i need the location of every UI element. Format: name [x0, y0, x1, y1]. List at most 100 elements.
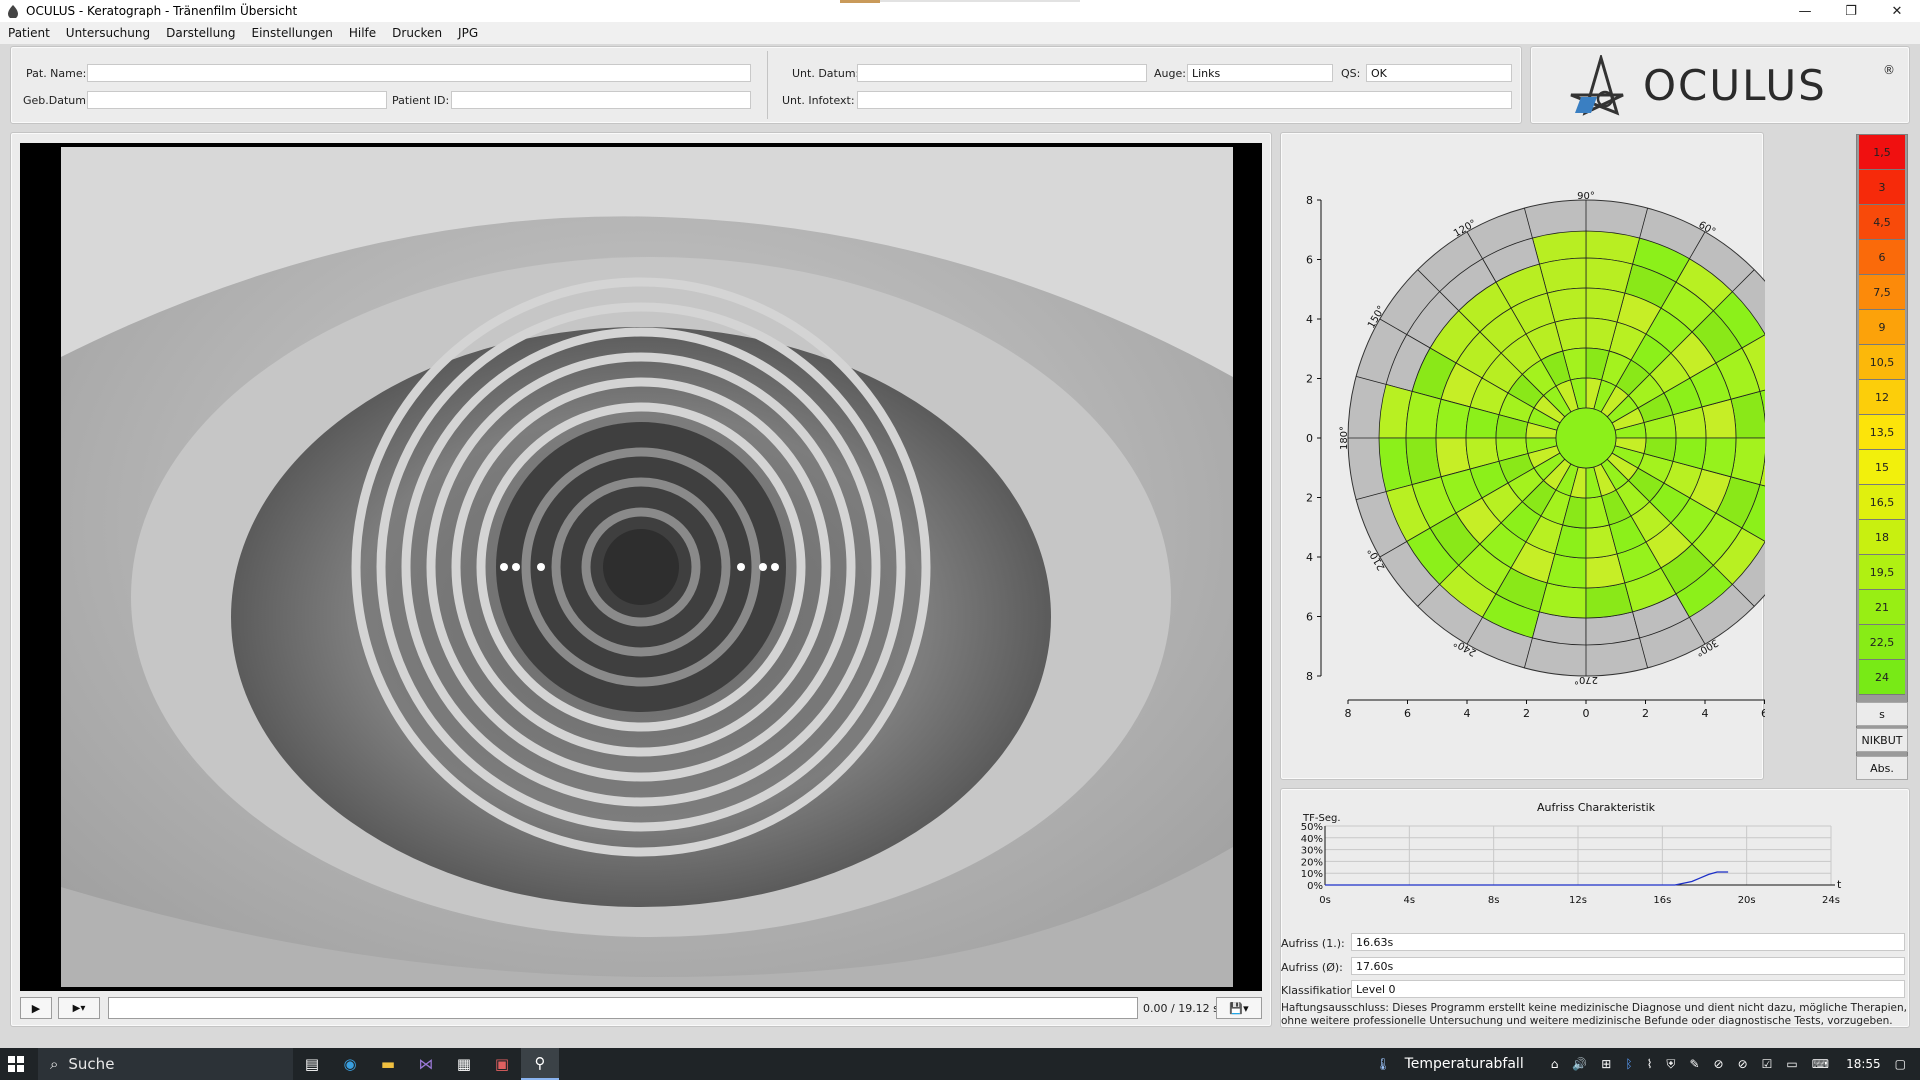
title-accent — [840, 0, 880, 3]
menu-einstellungen[interactable]: Einstellungen — [251, 26, 332, 40]
dob-field[interactable] — [87, 91, 387, 109]
eye-field[interactable]: Links — [1187, 64, 1333, 82]
taskbar-search[interactable]: ⌕ Suche — [38, 1048, 293, 1080]
y-tick-label: 8 — [1306, 670, 1313, 683]
chart-x-tick: 16s — [1653, 895, 1671, 906]
chart-y-tick: 50% — [1301, 822, 1323, 833]
chart-x-tick: 24s — [1822, 895, 1840, 906]
volume-icon[interactable]: 🔊 — [1572, 1057, 1587, 1071]
search-placeholder: Suche — [68, 1055, 115, 1073]
save-frame-dropdown[interactable]: 💾▾ — [1216, 997, 1262, 1019]
chart-y-tick: 10% — [1301, 869, 1323, 880]
pat-name-label: Pat. Name: — [26, 67, 87, 80]
visual-studio-icon[interactable]: ⋈ — [407, 1048, 445, 1080]
eye-image — [61, 147, 1233, 987]
qs-field[interactable]: OK — [1366, 64, 1512, 82]
classification-label: Klassifikation: — [1281, 984, 1358, 997]
y-tick-label: 2 — [1306, 492, 1313, 505]
clock[interactable]: 18:55 — [1846, 1057, 1881, 1071]
polar-angle-label: 270° — [1574, 674, 1598, 685]
usb-icon[interactable]: ⌂ — [1551, 1057, 1559, 1071]
pat-name-field[interactable] — [87, 64, 751, 82]
menu-darstellung[interactable]: Darstellung — [166, 26, 235, 40]
polar-map-panel: 90°60°30°0°330°300°270°240°210°180°150°1… — [1280, 132, 1833, 780]
scale-cell: 9 — [1859, 310, 1905, 345]
app-tray-icon-2[interactable]: ⊘ — [1714, 1057, 1724, 1071]
app-tray-icon-4[interactable]: ☑ — [1762, 1057, 1773, 1071]
polar-center — [1555, 407, 1617, 469]
x-tick-label: 6 — [1404, 707, 1411, 720]
scale-cell: 1,5 — [1859, 135, 1905, 170]
wifi-icon[interactable]: ⌇ — [1647, 1057, 1653, 1071]
polar-map-chart: 90°60°30°0°330°300°270°240°210°180°150°1… — [1306, 191, 1833, 720]
keratograph-task-icon[interactable]: ⚲ — [521, 1048, 559, 1080]
y-tick-label: 8 — [1306, 194, 1313, 207]
first-breakup-value: 16.63s — [1351, 933, 1905, 951]
system-tray: 🌡 Temperaturabfall ⌂ 🔊 ⊞ ᛒ ⌇ ⛨ ✎ ⊘ ⊘ ☑ ▭… — [1368, 1048, 1920, 1080]
video-seek-bar[interactable] — [108, 997, 1138, 1019]
y-tick-label: 6 — [1306, 254, 1313, 267]
security-icon[interactable]: ⛨ — [1666, 1057, 1675, 1072]
windows-start-icon[interactable] — [8, 1056, 24, 1075]
app-icon-2[interactable]: ▣ — [483, 1048, 521, 1080]
chart-series-line — [1325, 871, 1729, 886]
app-tray-icon-5[interactable]: ▭ — [1786, 1057, 1797, 1071]
video-frame — [20, 143, 1262, 991]
file-explorer-icon[interactable]: ▬ — [369, 1048, 407, 1080]
x-tick-label: 6 — [1761, 707, 1765, 720]
edge-icon[interactable]: ◉ — [331, 1048, 369, 1080]
scale-cell: 19,5 — [1859, 555, 1905, 590]
scale-cell: 12 — [1859, 380, 1905, 415]
exam-info-field[interactable] — [857, 91, 1512, 109]
x-tick-label: 2 — [1523, 707, 1530, 720]
abs-button[interactable]: Abs. — [1856, 756, 1908, 780]
oculus-logo-reg: ® — [1883, 63, 1895, 77]
keyboard-icon[interactable]: ⌨ — [1812, 1057, 1829, 1071]
y-tick-label: 2 — [1306, 373, 1313, 386]
y-tick-label: 4 — [1306, 551, 1313, 564]
menu-untersuchung[interactable]: Untersuchung — [66, 26, 150, 40]
play-button[interactable]: ▶ — [20, 997, 52, 1019]
taskbar: ⌕ Suche ▤ ◉ ▬ ⋈ ▦ ▣ ⚲ 🌡 Temperaturabfall… — [0, 1048, 1920, 1080]
weather-text[interactable]: Temperaturabfall — [1405, 1056, 1524, 1072]
unit-button[interactable]: s — [1856, 702, 1908, 726]
maximize-button[interactable]: ❐ — [1828, 0, 1874, 22]
chart-x-tick: 0s — [1319, 895, 1331, 906]
patient-id-label: Patient ID: — [392, 94, 450, 107]
menu-bar: Patient Untersuchung Darstellung Einstel… — [0, 22, 1920, 44]
playback-mode-dropdown[interactable]: ▶▾ — [58, 997, 100, 1019]
close-button[interactable]: ✕ — [1874, 0, 1920, 22]
exam-info-label: Unt. Infotext: — [782, 94, 855, 107]
app-icon-1[interactable]: ▦ — [445, 1048, 483, 1080]
scale-cell: 4,5 — [1859, 205, 1905, 240]
chart-y-tick: 40% — [1301, 834, 1323, 845]
scale-cell: 16,5 — [1859, 485, 1905, 520]
classification-value: Level 0 — [1351, 980, 1905, 998]
y-tick-label: 6 — [1306, 611, 1313, 624]
app-icon — [6, 4, 20, 18]
avg-breakup-value: 17.60s — [1351, 957, 1905, 975]
notification-icon[interactable]: ▢ — [1895, 1057, 1906, 1071]
network-icon[interactable]: ⊞ — [1601, 1057, 1611, 1071]
chart-x-tick: 20s — [1738, 895, 1756, 906]
menu-hilfe[interactable]: Hilfe — [349, 26, 376, 40]
patient-id-field[interactable] — [451, 91, 751, 109]
eye-label: Auge: — [1154, 67, 1186, 80]
task-view-icon[interactable]: ▤ — [293, 1048, 331, 1080]
chart-x-tick: 8s — [1488, 895, 1500, 906]
app-tray-icon-3[interactable]: ⊘ — [1738, 1057, 1748, 1071]
breakup-chart-panel: Aufriss Charakteristik TF-Seg. t 50% 40% 30% 2… — [1280, 788, 1910, 1028]
app-tray-icon-1[interactable]: ✎ — [1689, 1057, 1699, 1071]
menu-jpg[interactable]: JPG — [458, 26, 478, 40]
nikbut-button[interactable]: NIKBUT — [1856, 728, 1908, 752]
polar-angle-label: 90° — [1577, 191, 1595, 202]
exam-date-field[interactable] — [857, 64, 1147, 82]
menu-patient[interactable]: Patient — [8, 26, 50, 40]
bluetooth-icon[interactable]: ᛒ — [1625, 1057, 1632, 1071]
oculus-logo-text: OCULUS — [1643, 61, 1827, 110]
chart-title: Aufriss Charakteristik — [1537, 801, 1656, 814]
minimize-button[interactable]: — — [1782, 0, 1828, 22]
menu-drucken[interactable]: Drucken — [392, 26, 442, 40]
playback-speed-icon: ▶▾ — [72, 1002, 86, 1014]
scale-cell: 6 — [1859, 240, 1905, 275]
